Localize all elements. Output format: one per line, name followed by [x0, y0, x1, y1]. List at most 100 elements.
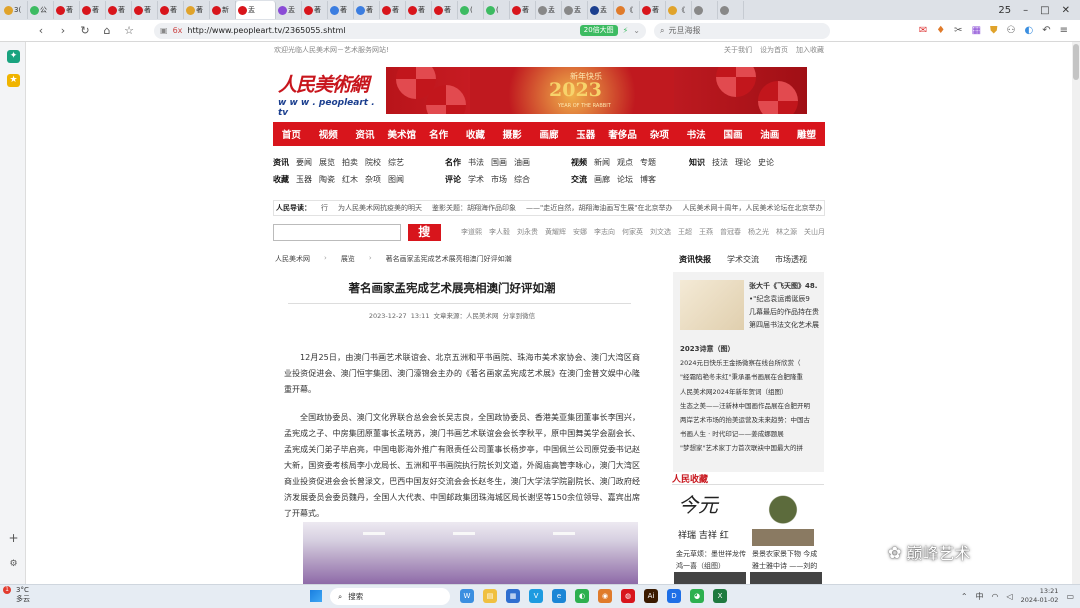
- browser-tab[interactable]: 《: [614, 1, 640, 19]
- cart-icon[interactable]: ♦: [936, 25, 945, 36]
- settings-icon[interactable]: ⚙: [7, 558, 20, 571]
- weather-widget[interactable]: 3°C 多云: [16, 586, 30, 604]
- main-nav-item[interactable]: 画廊: [531, 127, 568, 141]
- taskbar-app-icon[interactable]: ◐: [575, 589, 589, 603]
- news-list-item[interactable]: "经霜陷艳冬未红"秉承墨书画展在合肥隆重: [680, 370, 820, 384]
- main-nav-item[interactable]: 美术馆: [383, 127, 420, 141]
- share-link[interactable]: 分享到微信: [503, 312, 536, 320]
- main-nav-item[interactable]: 杂项: [641, 127, 678, 141]
- browser-tab[interactable]: (: [458, 1, 484, 19]
- subnav-item[interactable]: 综合: [514, 175, 530, 184]
- subnav-head[interactable]: 交流: [571, 175, 587, 184]
- subnav-item[interactable]: 综艺: [388, 158, 404, 167]
- browser-tab[interactable]: 著: [80, 1, 106, 19]
- translate-icon[interactable]: ◐: [1024, 25, 1033, 36]
- caption-1[interactable]: 金元草烦：墨世祥龙传鸿一喜（组图）: [676, 548, 748, 572]
- scroll-thumb[interactable]: [1073, 44, 1079, 80]
- main-nav-item[interactable]: 国画: [715, 127, 752, 141]
- star-icon[interactable]: ☆: [122, 24, 136, 37]
- main-nav-item[interactable]: 摄影: [494, 127, 531, 141]
- scissors-icon[interactable]: ✂: [954, 25, 962, 36]
- main-nav-item[interactable]: 玉器: [567, 127, 604, 141]
- browser-tab[interactable]: 3(: [2, 1, 28, 19]
- chevron-down-icon[interactable]: ⌄: [633, 26, 640, 35]
- subnav-item[interactable]: 论坛: [617, 175, 633, 184]
- main-nav-item[interactable]: 奢侈品: [604, 127, 641, 141]
- browser-tab[interactable]: 著: [640, 1, 666, 19]
- subnav-head[interactable]: 评论: [445, 175, 461, 184]
- home-icon[interactable]: ⌂: [100, 24, 114, 37]
- taskbar-app-icon[interactable]: ◕: [690, 589, 704, 603]
- minimize-icon[interactable]: –: [1023, 5, 1028, 16]
- site-search-input[interactable]: [273, 223, 401, 241]
- ticker-item[interactable]: ——"走近自然，胡翔海油画写生展"在北京举办: [526, 203, 672, 213]
- news-list-item[interactable]: "梦想家"艺术家丁力首次联袂中国最大的拼: [680, 441, 820, 455]
- news-list-item[interactable]: 2023诗意（图）: [680, 342, 820, 356]
- feature-line[interactable]: 几幕最后的作品持在贵: [749, 308, 819, 316]
- ticker-item[interactable]: 为人民美术网抗疫美的明天: [338, 203, 422, 213]
- subnav-item[interactable]: 专题: [640, 158, 656, 167]
- subnav-item[interactable]: 院校: [365, 158, 381, 167]
- browser-tab[interactable]: [692, 1, 718, 19]
- favorite-link[interactable]: 加入收藏: [796, 45, 824, 55]
- main-nav-item[interactable]: 收藏: [457, 127, 494, 141]
- subnav-item[interactable]: 博客: [640, 175, 656, 184]
- news-list-item[interactable]: 人民美术网2024年新年贺词（组图）: [680, 385, 820, 399]
- subnav-item[interactable]: 图闻: [388, 175, 404, 184]
- back-icon[interactable]: ‹: [34, 24, 48, 37]
- keyword-link[interactable]: 林之源: [776, 227, 797, 237]
- keyword-link[interactable]: 刘永贵: [517, 227, 538, 237]
- browser-tab[interactable]: 盂: [236, 1, 276, 19]
- subnav-item[interactable]: 画廊: [594, 175, 610, 184]
- site-logo[interactable]: 人民美術網 w w w . peopleart . tv: [278, 70, 383, 118]
- main-nav-item[interactable]: 雕塑: [788, 127, 825, 141]
- browser-tab[interactable]: 著: [106, 1, 132, 19]
- taskbar-app-icon[interactable]: W: [460, 589, 474, 603]
- browser-tab[interactable]: 著: [406, 1, 432, 19]
- browser-tab[interactable]: 著: [302, 1, 328, 19]
- news-list-item[interactable]: 生态之美——汪新林中国画作品展在合肥开明: [680, 399, 820, 413]
- keyword-link[interactable]: 李道熙: [461, 227, 482, 237]
- browser-tab[interactable]: 孟: [588, 1, 614, 19]
- main-nav-item[interactable]: 书法: [678, 127, 715, 141]
- breadcrumb-home[interactable]: 人民美术网: [275, 254, 310, 264]
- taskbar-app-icon[interactable]: D: [667, 589, 681, 603]
- browser-tab[interactable]: 公: [28, 1, 54, 19]
- main-nav-item[interactable]: 名作: [420, 127, 457, 141]
- keyword-link[interactable]: 黄耀辉: [545, 227, 566, 237]
- subnav-head[interactable]: 知识: [689, 158, 705, 167]
- subnav-item[interactable]: 陶瓷: [319, 175, 335, 184]
- taskbar-app-icon[interactable]: ◍: [621, 589, 635, 603]
- subnav-item[interactable]: 学术: [468, 175, 484, 184]
- browser-tab[interactable]: (: [484, 1, 510, 19]
- main-nav-item[interactable]: 视频: [310, 127, 347, 141]
- ticker-item[interactable]: 鉴影关题：胡翔海作品印象: [432, 203, 516, 213]
- main-nav-item[interactable]: 油画: [751, 127, 788, 141]
- keyword-link[interactable]: 杨之光: [748, 227, 769, 237]
- browser-tab[interactable]: 著: [132, 1, 158, 19]
- feature-line[interactable]: 第四届书法文化艺术展: [749, 321, 819, 329]
- subnav-item[interactable]: 红木: [342, 175, 358, 184]
- bonsai-image[interactable]: [752, 490, 814, 546]
- main-nav-item[interactable]: 首页: [273, 127, 310, 141]
- calligraphy-image[interactable]: 今元 祥瑞 吉祥 红: [678, 492, 738, 547]
- subnav-head[interactable]: 名作: [445, 158, 461, 167]
- keyword-link[interactable]: 王超: [678, 227, 692, 237]
- shield-icon[interactable]: ⛊: [990, 25, 998, 36]
- taskbar-app-icon[interactable]: Ai: [644, 589, 658, 603]
- browser-tab[interactable]: 《: [666, 1, 692, 19]
- browser-tab[interactable]: 盂: [276, 1, 302, 19]
- url-text[interactable]: http://www.peopleart.tv/2365055.shtml: [187, 26, 574, 35]
- news-list-item[interactable]: 书画人生 · 时代印记——姜成娜题展: [680, 427, 820, 441]
- subnav-item[interactable]: 拍卖: [342, 158, 358, 167]
- undo-icon[interactable]: ↶: [1042, 25, 1050, 36]
- taskbar-app-icon[interactable]: V: [529, 589, 543, 603]
- browser-search-input[interactable]: ⌕ 元旦海报: [654, 22, 830, 39]
- subnav-item[interactable]: 展览: [319, 158, 335, 167]
- chatgpt-icon[interactable]: ✦: [7, 50, 20, 63]
- lightning-icon[interactable]: ⚡: [623, 26, 629, 35]
- taskbar-app-icon[interactable]: X: [713, 589, 727, 603]
- taskbar-app-icon[interactable]: e: [552, 589, 566, 603]
- subnav-item[interactable]: 新闻: [594, 158, 610, 167]
- subnav-item[interactable]: 理论: [735, 158, 751, 167]
